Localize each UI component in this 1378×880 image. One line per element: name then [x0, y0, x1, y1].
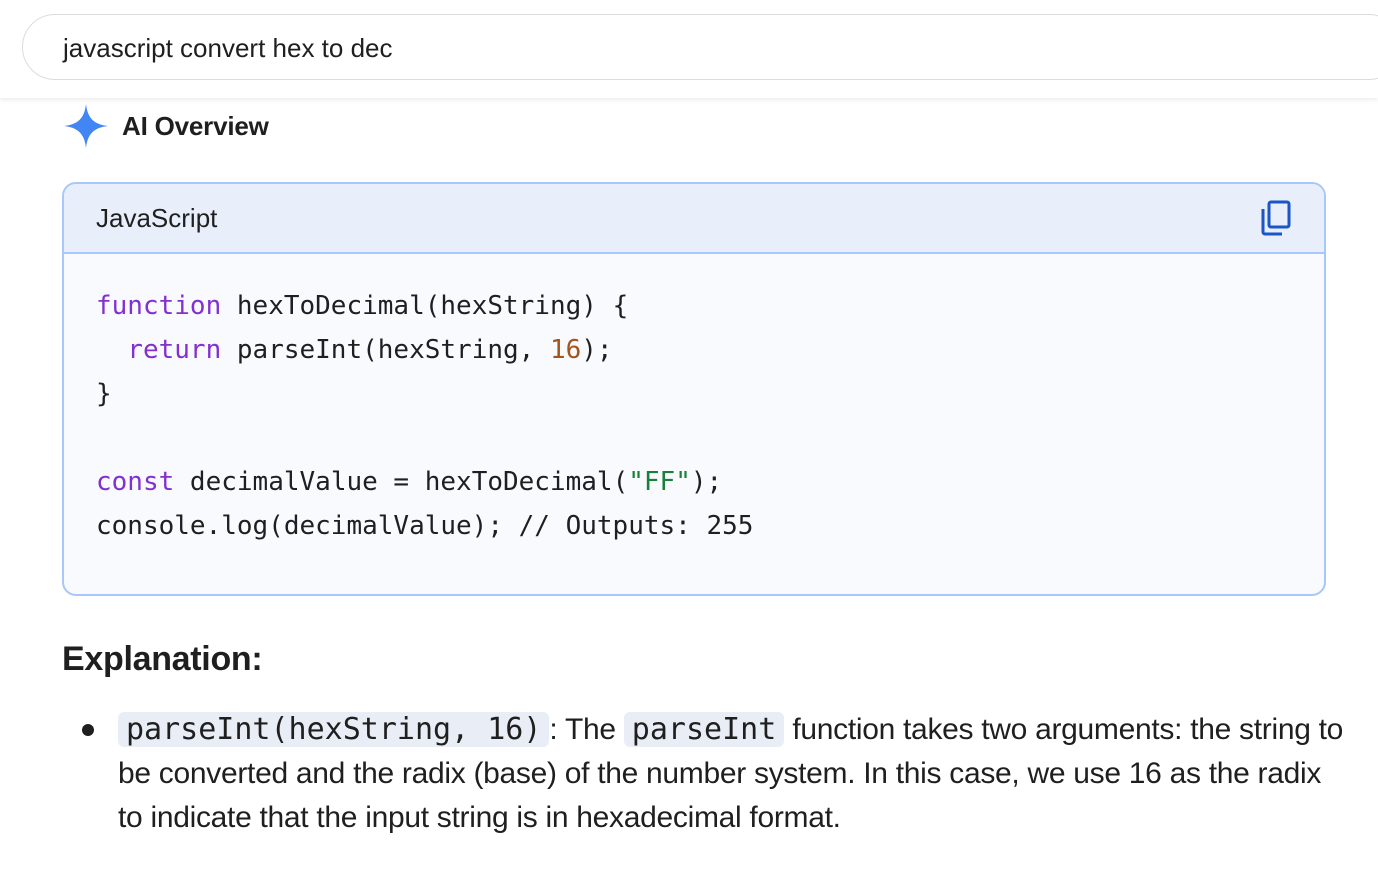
list-item: parseInt(hexString, 16): The parseInt fu… — [118, 708, 1348, 840]
search-input[interactable]: javascript convert hex to dec — [22, 14, 1378, 80]
code-token: ); — [690, 467, 723, 497]
copy-icon — [1261, 200, 1291, 236]
search-query[interactable]: javascript convert hex to dec — [63, 32, 393, 64]
copy-code-button[interactable] — [1256, 198, 1296, 238]
bullet-text-part: : The — [549, 713, 624, 746]
code-line: return parseInt(hexString, 16); — [96, 328, 753, 372]
code-language-label: JavaScript — [96, 203, 218, 233]
code-token: ); — [581, 335, 613, 365]
bullet-marker — [82, 724, 94, 736]
code-token: hexToDecimal(hexString) { — [221, 291, 629, 321]
explanation-heading: Explanation: — [62, 640, 263, 678]
sparkle-icon — [64, 104, 108, 148]
code-block: JavaScript function hexToDecimal(hexStri… — [62, 182, 1326, 596]
code-token: const — [96, 467, 175, 497]
code-line: function hexToDecimal(hexString) { — [96, 284, 753, 328]
code-token: function — [96, 291, 222, 321]
search-header: javascript convert hex to dec — [0, 0, 1378, 98]
ai-overview-title: AI Overview — [122, 110, 269, 141]
code-token: return — [127, 335, 222, 365]
code-token: } — [96, 379, 112, 409]
code-line: const decimalValue = hexToDecimal("FF"); — [96, 460, 753, 504]
code-token: decimalValue = hexToDecimal( — [174, 467, 629, 497]
inline-code: parseInt — [623, 712, 785, 747]
code-content: function hexToDecimal(hexString) { retur… — [96, 284, 753, 548]
code-token: "FF" — [628, 467, 691, 497]
code-line: console.log(decimalValue); // Outputs: 2… — [96, 504, 753, 548]
code-line: } — [96, 372, 753, 416]
code-block-header: JavaScript — [64, 184, 1324, 254]
code-token: 16 — [549, 335, 582, 365]
code-token: parseInt(hexString, — [221, 335, 550, 365]
ai-overview-header: AI Overview — [62, 102, 269, 150]
code-token: console.log(decimalValue); // Outputs: 2… — [96, 511, 754, 541]
inline-code: parseInt(hexString, 16) — [118, 712, 550, 747]
